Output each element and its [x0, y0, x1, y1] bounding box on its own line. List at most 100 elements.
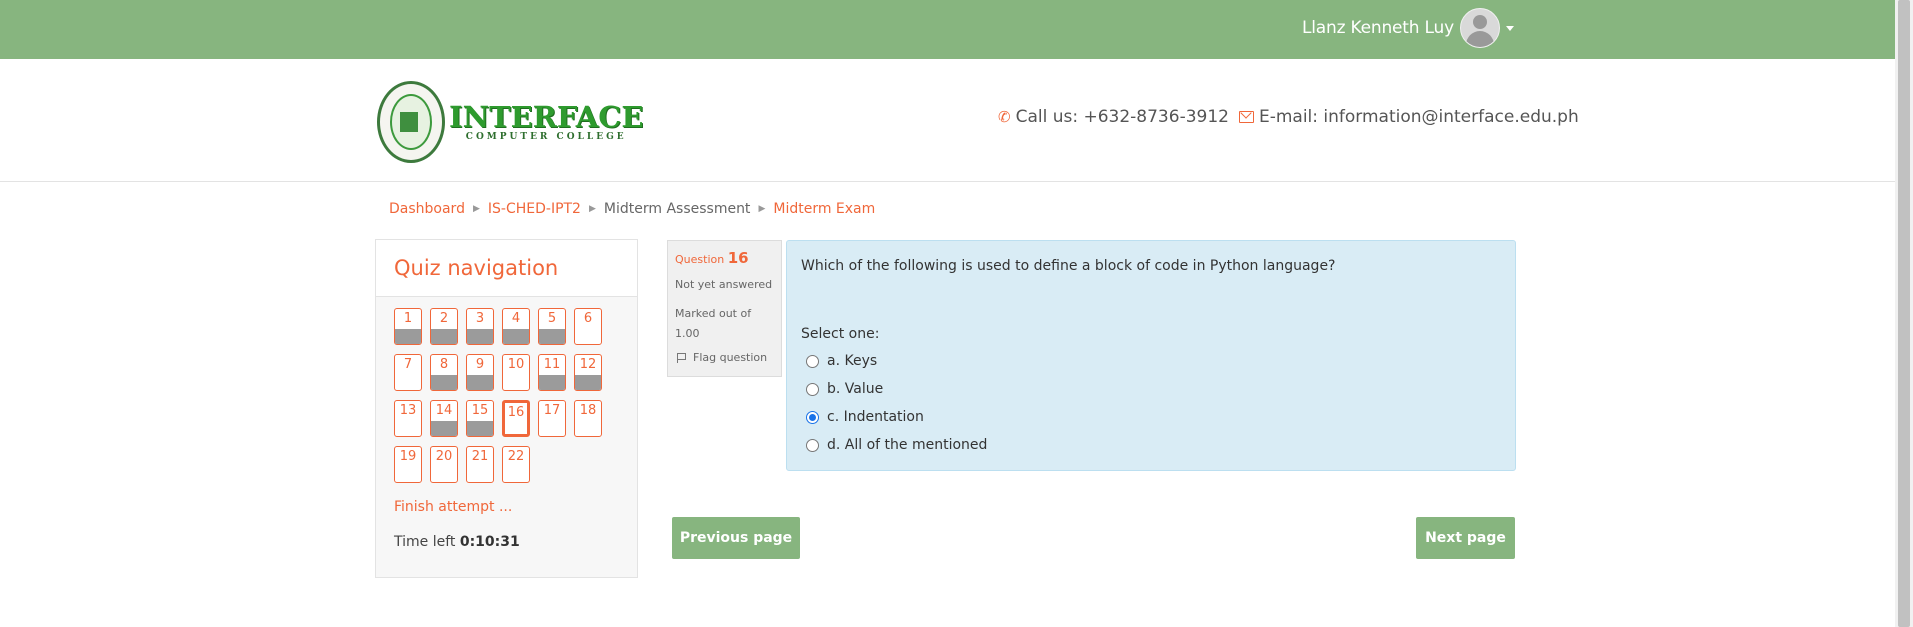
quiz-nav-question-number: 22 [507, 449, 525, 464]
question-number-value: 16 [727, 249, 749, 267]
answered-indicator [467, 375, 493, 390]
college-seal-icon [377, 81, 445, 163]
answer-option-d[interactable]: d. All of the mentioned [806, 437, 987, 453]
quiz-nav-question-number: 4 [511, 311, 521, 326]
answered-indicator [539, 329, 565, 344]
quiz-nav-question-number: 21 [471, 449, 489, 464]
previous-page-button[interactable]: Previous page [672, 517, 800, 559]
quiz-nav-question-number: 15 [471, 403, 489, 418]
radio-option-d[interactable] [806, 438, 819, 452]
time-left: Time left 0:10:31 [394, 534, 520, 550]
quiz-nav-question-14[interactable]: 14 [430, 400, 458, 437]
quiz-nav-question-number: 13 [399, 403, 417, 418]
answered-indicator [503, 329, 529, 344]
flag-question-button[interactable]: Flag question [677, 351, 767, 364]
quiz-nav-question-19[interactable]: 19 [394, 446, 422, 483]
question-content: Which of the following is used to define… [786, 240, 1516, 471]
radio-option-a[interactable] [806, 354, 819, 368]
quiz-nav-question-number: 17 [543, 403, 561, 418]
question-label: Question [675, 253, 725, 266]
avatar-icon[interactable] [1459, 8, 1500, 48]
quiz-nav-question-number: 20 [435, 449, 453, 464]
quiz-nav-question-number: 5 [547, 311, 557, 326]
quiz-nav-question-number: 11 [543, 357, 561, 372]
quiz-nav-question-number: 2 [439, 311, 449, 326]
answer-option-label[interactable]: a. Keys [827, 353, 877, 369]
quiz-nav-question-18[interactable]: 18 [574, 400, 602, 437]
flag-question-label[interactable]: Flag question [693, 351, 767, 364]
radio-option-b[interactable] [806, 382, 819, 396]
college-logo[interactable]: INTERFACE COMPUTER COLLEGE [377, 81, 643, 163]
top-bar: Llanz Kenneth Luy [0, 0, 1895, 59]
quiz-nav-question-11[interactable]: 11 [538, 354, 566, 391]
answered-indicator [395, 329, 421, 344]
quiz-nav-question-8[interactable]: 8 [430, 354, 458, 391]
quiz-nav-question-number: 6 [583, 311, 593, 326]
question-info: Question 16 Not yet answered Marked out … [667, 240, 782, 377]
phone-text: Call us: +632-8736-3912 [1015, 107, 1229, 127]
answer-option-b[interactable]: b. Value [806, 381, 883, 397]
quiz-navigation-title: Quiz navigation [394, 256, 559, 280]
quiz-nav-question-15[interactable]: 15 [466, 400, 494, 437]
quiz-nav-question-6[interactable]: 6 [574, 308, 602, 345]
quiz-nav-question-number: 19 [399, 449, 417, 464]
question-text: Which of the following is used to define… [801, 258, 1336, 274]
answer-option-label[interactable]: b. Value [827, 381, 883, 397]
quiz-nav-question-4[interactable]: 4 [502, 308, 530, 345]
quiz-nav-question-10[interactable]: 10 [502, 354, 530, 391]
scrollbar-thumb[interactable] [1898, 0, 1910, 627]
scrollbar[interactable] [1895, 0, 1913, 627]
quiz-nav-question-20[interactable]: 20 [430, 446, 458, 483]
email-text: E-mail: information@interface.edu.ph [1258, 107, 1579, 127]
quiz-nav-question-17[interactable]: 17 [538, 400, 566, 437]
quiz-nav-question-1[interactable]: 1 [394, 308, 422, 345]
quiz-nav-question-number: 18 [579, 403, 597, 418]
breadcrumb-separator-icon: ▶ [588, 204, 596, 214]
time-left-label: Time left [394, 534, 456, 550]
answered-indicator [575, 375, 601, 390]
quiz-nav-question-22[interactable]: 22 [502, 446, 530, 483]
quiz-nav-question-7[interactable]: 7 [394, 354, 422, 391]
logo-main-text: INTERFACE [449, 100, 644, 134]
question-marks: Marked out of 1.00 [675, 307, 752, 340]
answer-option-label[interactable]: c. Indentation [827, 409, 924, 425]
quiz-nav-question-number: 9 [475, 357, 485, 372]
answered-indicator [467, 329, 493, 344]
quiz-nav-question-16[interactable]: 16 [502, 400, 530, 437]
chevron-down-icon[interactable] [1505, 25, 1514, 31]
breadcrumb-separator-icon: ▶ [472, 204, 480, 214]
breadcrumb-separator-icon: ▶ [758, 204, 766, 214]
answer-option-c[interactable]: c. Indentation [806, 409, 924, 425]
answered-indicator [431, 375, 457, 390]
breadcrumb-quiz[interactable]: Midterm Exam [773, 201, 875, 217]
time-left-value: 0:10:31 [459, 534, 520, 550]
breadcrumb: Dashboard ▶ IS-CHED-IPT2 ▶ Midterm Asses… [389, 201, 875, 217]
breadcrumb-course[interactable]: IS-CHED-IPT2 [488, 201, 581, 217]
quiz-nav-question-number: 1 [403, 311, 413, 326]
quiz-nav-question-2[interactable]: 2 [430, 308, 458, 345]
quiz-nav-question-13[interactable]: 13 [394, 400, 422, 437]
radio-option-c[interactable] [806, 410, 819, 424]
quiz-nav-question-21[interactable]: 21 [466, 446, 494, 483]
user-name[interactable]: Llanz Kenneth Luy [1302, 18, 1454, 38]
user-menu[interactable]: Llanz Kenneth Luy [1302, 8, 1514, 48]
answered-indicator [431, 421, 457, 436]
quiz-nav-question-number: 8 [439, 357, 449, 372]
phone-icon: ✆ [998, 108, 1011, 126]
quiz-nav-question-9[interactable]: 9 [466, 354, 494, 391]
next-page-button[interactable]: Next page [1416, 517, 1515, 559]
logo-sub-text: COMPUTER COLLEGE [465, 132, 627, 142]
answered-indicator [467, 421, 493, 436]
quiz-nav-question-12[interactable]: 12 [574, 354, 602, 391]
quiz-nav-question-number: 10 [507, 357, 525, 372]
answered-indicator [539, 375, 565, 390]
finish-attempt-link[interactable]: Finish attempt ... [394, 499, 512, 515]
quiz-nav-question-3[interactable]: 3 [466, 308, 494, 345]
breadcrumb-dashboard[interactable]: Dashboard [389, 201, 465, 217]
answer-option-label[interactable]: d. All of the mentioned [827, 437, 987, 453]
quiz-nav-question-number: 14 [435, 403, 453, 418]
breadcrumb-section: Midterm Assessment [603, 201, 751, 217]
answer-option-a[interactable]: a. Keys [806, 353, 877, 369]
quiz-nav-question-5[interactable]: 5 [538, 308, 566, 345]
quiz-nav-question-number: 16 [507, 405, 525, 420]
